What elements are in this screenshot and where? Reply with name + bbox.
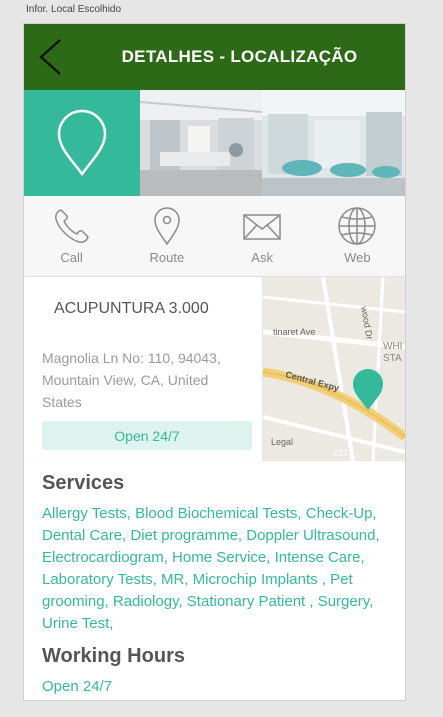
services-line: Electrocardiogram, Home Service, Intense… xyxy=(42,549,365,566)
globe-icon xyxy=(338,207,377,245)
page-title: DETALHES - LOCALIZAÇÃO xyxy=(121,47,358,66)
phone-icon xyxy=(54,209,89,243)
location-info-card: ACUPUNTURA 3.000 Magnolia Ln No: 110, 94… xyxy=(24,277,263,461)
call-label: Call xyxy=(60,250,83,265)
map-area-label: STA xyxy=(383,353,402,364)
chevron-left-icon xyxy=(39,39,61,75)
map-street-label: Legal xyxy=(271,437,293,447)
place-name: ACUPUNTURA 3.000 xyxy=(54,300,209,317)
route-label: Route xyxy=(149,250,185,265)
address: Magnolia Ln No: 110, 94043, Mountain Vie… xyxy=(42,347,252,413)
screen-caption: Infor. Local Escolhido xyxy=(26,4,122,15)
working-hours-section: Working Hours Open 24/7 xyxy=(42,645,402,698)
photo-strip xyxy=(24,90,405,196)
top-bar: DETALHES - LOCALIZAÇÃO xyxy=(24,24,405,90)
route-button[interactable]: Route xyxy=(119,196,214,276)
envelope-icon xyxy=(243,214,281,240)
hours-badge: Open 24/7 xyxy=(42,421,252,450)
map-area-label: WHI xyxy=(383,341,402,352)
services-line: grooming, Radiology, Stationary Patient … xyxy=(42,593,374,610)
map-street-label: tinaret Ave xyxy=(273,327,315,337)
map-route-shield: 237 xyxy=(333,448,348,458)
services-line: Urine Test, xyxy=(42,615,114,632)
services-title: Services xyxy=(42,472,125,494)
ask-label: Ask xyxy=(251,250,273,265)
web-label: Web xyxy=(344,250,371,265)
services-line: Laboratory Tests, MR, Microchip Implants… xyxy=(42,571,353,588)
address-line: Magnolia Ln No: 110, 94043, xyxy=(42,350,221,366)
location-tile xyxy=(24,90,140,196)
working-hours-title: Working Hours xyxy=(42,645,185,667)
services-list: Allergy Tests, Blood Biochemical Tests, … xyxy=(42,503,402,635)
map-pin-icon xyxy=(154,207,180,246)
action-bar: Call Route Ask Web xyxy=(24,196,405,277)
web-button[interactable]: Web xyxy=(310,196,405,276)
address-line: Mountain View, CA, United xyxy=(42,372,209,388)
call-button[interactable]: Call xyxy=(24,196,119,276)
services-section: Services Allergy Tests, Blood Biochemica… xyxy=(42,472,402,635)
ask-button[interactable]: Ask xyxy=(215,196,310,276)
map-pin-icon xyxy=(57,109,107,177)
working-hours-value: Open 24/7 xyxy=(42,678,113,695)
services-line: Dental Care, Diet programme, Doppler Ult… xyxy=(42,527,380,544)
app-screen: DETALHES - LOCALIZAÇÃO Call Route Ask We… xyxy=(24,24,405,700)
location-map[interactable]: tinaret Ave Central Expy wood Dr WHI STA… xyxy=(263,277,405,461)
clinic-photo-2[interactable] xyxy=(262,90,405,196)
address-line: States xyxy=(42,394,82,410)
back-button[interactable] xyxy=(32,36,68,78)
services-line: Allergy Tests, Blood Biochemical Tests, … xyxy=(42,505,377,522)
clinic-photo-1[interactable] xyxy=(140,90,262,196)
